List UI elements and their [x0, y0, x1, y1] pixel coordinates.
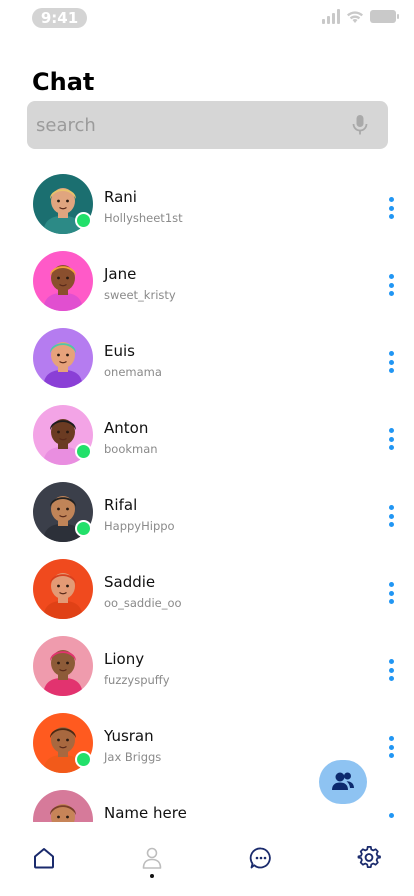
contact-name: Name here [104, 804, 187, 822]
more-vertical-icon[interactable] [384, 274, 398, 296]
search-bar [27, 101, 388, 149]
new-group-button[interactable] [319, 760, 367, 804]
page-title: Chat [32, 68, 95, 96]
more-vertical-icon[interactable] [384, 582, 398, 604]
avatar[interactable] [33, 559, 93, 619]
contact-username: bookman [104, 442, 158, 456]
online-indicator [75, 212, 92, 229]
contact-username: fuzzyspuffy [104, 673, 170, 687]
nav-chat[interactable] [247, 844, 275, 872]
contact-name: Yusran [104, 727, 154, 745]
online-indicator [75, 443, 92, 460]
contact-row[interactable]: Liony fuzzyspuffy [0, 628, 414, 705]
more-vertical-icon[interactable] [384, 428, 398, 450]
microphone-icon[interactable] [350, 113, 370, 137]
chat-bubble-icon [249, 847, 271, 869]
contact-username: sweet_kristy [104, 288, 176, 302]
gear-icon [357, 846, 381, 868]
status-icons [322, 8, 399, 24]
nav-home[interactable] [30, 844, 58, 872]
more-vertical-icon[interactable] [384, 813, 398, 822]
avatar[interactable] [33, 636, 93, 696]
online-indicator [75, 751, 92, 768]
search-input[interactable] [36, 114, 350, 136]
contact-username: onemama [104, 365, 162, 379]
more-vertical-icon[interactable] [384, 659, 398, 681]
more-vertical-icon[interactable] [384, 505, 398, 527]
contact-name: Rani [104, 188, 137, 206]
contact-username: Jax Briggs [104, 750, 162, 764]
contact-username: HappyHippo [104, 519, 175, 533]
nav-profile[interactable] [138, 844, 166, 872]
contact-name: Euis [104, 342, 135, 360]
more-vertical-icon[interactable] [384, 351, 398, 373]
more-vertical-icon[interactable] [384, 736, 398, 758]
user-icon [142, 847, 162, 869]
contact-row[interactable]: Rifal HappyHippo [0, 474, 414, 551]
contact-list: Rani Hollysheet1st Jane sweet_kristy Euis one… [0, 166, 414, 822]
battery-icon [370, 9, 399, 23]
status-bar: 9:41 [0, 0, 414, 38]
contact-username: oo_saddie_oo [104, 596, 182, 610]
home-icon [34, 848, 54, 869]
status-time: 9:41 [32, 8, 87, 28]
contact-row[interactable]: Anton bookman [0, 397, 414, 474]
contact-name: Liony [104, 650, 145, 668]
avatar[interactable] [33, 328, 93, 388]
nav-active-indicator [150, 874, 154, 878]
online-indicator [75, 520, 92, 537]
contact-row[interactable]: Saddie oo_saddie_oo [0, 551, 414, 628]
contact-name: Rifal [104, 496, 138, 514]
contact-name: Anton [104, 419, 149, 437]
contact-row[interactable]: Rani Hollysheet1st [0, 166, 414, 243]
more-vertical-icon[interactable] [384, 197, 398, 219]
contact-name: Saddie [104, 573, 156, 591]
contact-name: Jane [104, 265, 137, 283]
users-icon [332, 772, 354, 790]
avatar[interactable] [33, 251, 93, 311]
avatar[interactable] [33, 790, 93, 822]
contact-row[interactable]: Jane sweet_kristy [0, 243, 414, 320]
contact-username: Hollysheet1st [104, 211, 183, 225]
wifi-icon [347, 10, 363, 23]
signal-icon [322, 8, 340, 24]
contact-row[interactable]: Euis onemama [0, 320, 414, 397]
bottom-nav [0, 822, 414, 896]
nav-settings[interactable] [355, 844, 383, 872]
